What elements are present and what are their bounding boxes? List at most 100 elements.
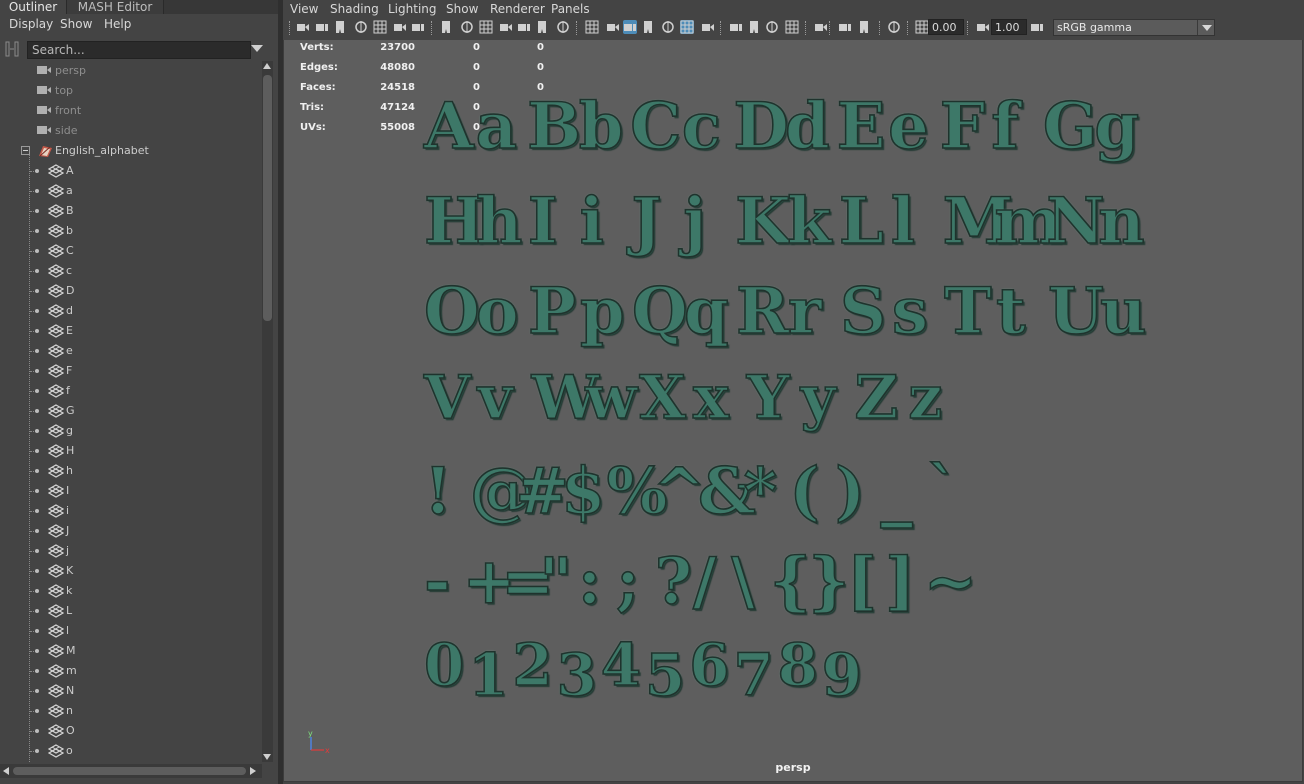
letter-model[interactable]: S — [839, 279, 887, 345]
shadows-icon[interactable] — [642, 20, 656, 34]
letter-model[interactable]: Y — [746, 367, 790, 429]
menu-show[interactable]: Show — [60, 17, 92, 31]
outliner-item-mesh[interactable]: g — [0, 421, 262, 441]
letter-model[interactable]: E — [836, 94, 886, 160]
letter-model[interactable]: 9 — [821, 645, 863, 705]
scroll-right-arrow-icon[interactable] — [250, 767, 256, 775]
outliner-item-mesh[interactable]: o — [0, 741, 262, 761]
outliner-item-mesh[interactable]: H — [0, 441, 262, 461]
exposure-icon[interactable] — [858, 20, 872, 34]
outliner-item-mesh[interactable]: k — [0, 581, 262, 601]
outliner-item-mesh[interactable]: l — [0, 621, 262, 641]
letter-model[interactable]: x — [692, 367, 729, 429]
letter-model[interactable]: 7 — [733, 645, 775, 705]
letter-model[interactable]: \ — [731, 549, 756, 615]
letter-model[interactable]: C — [629, 94, 682, 160]
resolution-gate-icon[interactable] — [411, 20, 425, 34]
menu-renderer[interactable]: Renderer — [490, 2, 545, 16]
letter-model[interactable]: b — [578, 94, 624, 160]
letter-model[interactable]: c — [681, 94, 722, 160]
gamma-icon[interactable] — [887, 20, 901, 34]
letter-model[interactable]: L — [838, 189, 885, 255]
scroll-up-arrow-icon[interactable] — [263, 63, 271, 69]
letter-model[interactable]: P — [527, 279, 577, 345]
vertical-scrollbar[interactable] — [262, 61, 273, 762]
xray-icon[interactable] — [765, 20, 779, 34]
outliner-item-mesh[interactable]: i — [0, 501, 262, 521]
gate-mask-icon[interactable] — [440, 20, 454, 34]
letter-model[interactable]: ) — [834, 459, 866, 525]
letter-model[interactable]: k — [786, 189, 832, 255]
letter-model[interactable]: * — [743, 459, 778, 525]
outliner-item-mesh[interactable]: A — [0, 161, 262, 181]
letter-model[interactable]: t — [995, 279, 1026, 345]
outliner-item-mesh[interactable]: a — [0, 181, 262, 201]
3d-viewport[interactable]: Verts: 23700 0 0 Edges: 48080 0 0 Faces: 24518 0 0 T… — [283, 40, 1303, 782]
menu-shading[interactable]: Shading — [330, 2, 379, 16]
letter-model[interactable]: v — [477, 367, 513, 429]
outliner-item-mesh[interactable]: C — [0, 241, 262, 261]
letter-model[interactable]: B — [526, 94, 582, 160]
search-input[interactable] — [32, 42, 242, 58]
backface-culling-icon[interactable] — [838, 20, 852, 34]
letter-model[interactable]: F — [939, 94, 986, 160]
textured-icon[interactable] — [605, 20, 619, 34]
menu-display[interactable]: Display — [9, 17, 53, 31]
smooth-shade-icon[interactable] — [536, 20, 550, 34]
letter-model[interactable]: N — [1045, 189, 1105, 255]
camera-attributes-icon[interactable] — [315, 20, 329, 34]
letter-model[interactable]: f — [990, 94, 1019, 160]
letter-model[interactable]: $ — [560, 459, 606, 525]
vertical-scroll-thumb[interactable] — [263, 75, 272, 321]
letter-model[interactable]: n — [1097, 189, 1145, 255]
outliner-item-mesh[interactable]: G — [0, 401, 262, 421]
letter-model[interactable]: d — [784, 94, 830, 160]
letter-model[interactable]: 2 — [512, 635, 554, 695]
film-gate-icon[interactable] — [392, 20, 406, 34]
camera-attributes-icon[interactable] — [1030, 20, 1044, 34]
letter-model[interactable]: 3 — [556, 645, 598, 705]
letter-model[interactable]: e — [887, 94, 929, 160]
letter-model[interactable]: " — [538, 549, 573, 615]
gamma-field[interactable]: 1.00 — [991, 19, 1027, 35]
scroll-down-arrow-icon[interactable] — [263, 754, 271, 760]
letter-model[interactable]: ~ — [923, 549, 978, 615]
letter-model[interactable]: X — [638, 367, 686, 429]
letter-model[interactable]: ! — [423, 459, 453, 525]
letter-model[interactable]: z — [907, 367, 943, 429]
menu-show[interactable]: Show — [446, 2, 478, 16]
letter-model[interactable]: - — [423, 549, 451, 615]
grid-icon[interactable] — [373, 20, 387, 34]
tab-outliner[interactable]: Outliner — [0, 0, 67, 14]
letter-model[interactable]: 4 — [600, 635, 642, 695]
outliner-item-mesh[interactable]: c — [0, 261, 262, 281]
collapse-toggle-icon[interactable] — [21, 146, 30, 155]
menu-help[interactable]: Help — [104, 17, 131, 31]
letter-model[interactable]: o — [475, 279, 519, 345]
letter-model[interactable]: T — [943, 279, 992, 345]
search-options-dropdown-icon[interactable] — [251, 45, 263, 52]
letter-model[interactable]: { — [769, 549, 812, 615]
color-management-icon[interactable] — [915, 20, 929, 34]
screen-space-ao-icon[interactable] — [661, 20, 675, 34]
outliner-item-mesh[interactable]: h — [0, 461, 262, 481]
menu-lighting[interactable]: Lighting — [388, 2, 437, 16]
letter-model[interactable]: : — [577, 549, 602, 615]
letter-model[interactable]: r — [787, 279, 822, 345]
field-chart-icon[interactable] — [460, 20, 474, 34]
exposure-field[interactable]: 0.00 — [928, 19, 964, 35]
outliner-item-mesh[interactable]: n — [0, 701, 262, 721]
letter-model[interactable]: ] — [884, 549, 916, 615]
outliner-item-mesh[interactable]: J — [0, 521, 262, 541]
letter-model[interactable]: 6 — [688, 635, 730, 695]
letter-model[interactable]: R — [735, 279, 790, 345]
outliner-item-mesh[interactable]: b — [0, 221, 262, 241]
select-camera-icon[interactable] — [975, 20, 989, 34]
tab-mash-editor[interactable]: MASH Editor — [67, 0, 164, 14]
use-default-material-icon[interactable] — [556, 20, 570, 34]
letter-model[interactable]: [ — [846, 549, 878, 615]
xray-active-components-icon[interactable] — [785, 20, 799, 34]
multisample-aa-icon[interactable] — [700, 20, 714, 34]
wireframe-icon[interactable] — [517, 20, 531, 34]
wireframe-on-shaded-icon[interactable] — [585, 20, 599, 34]
